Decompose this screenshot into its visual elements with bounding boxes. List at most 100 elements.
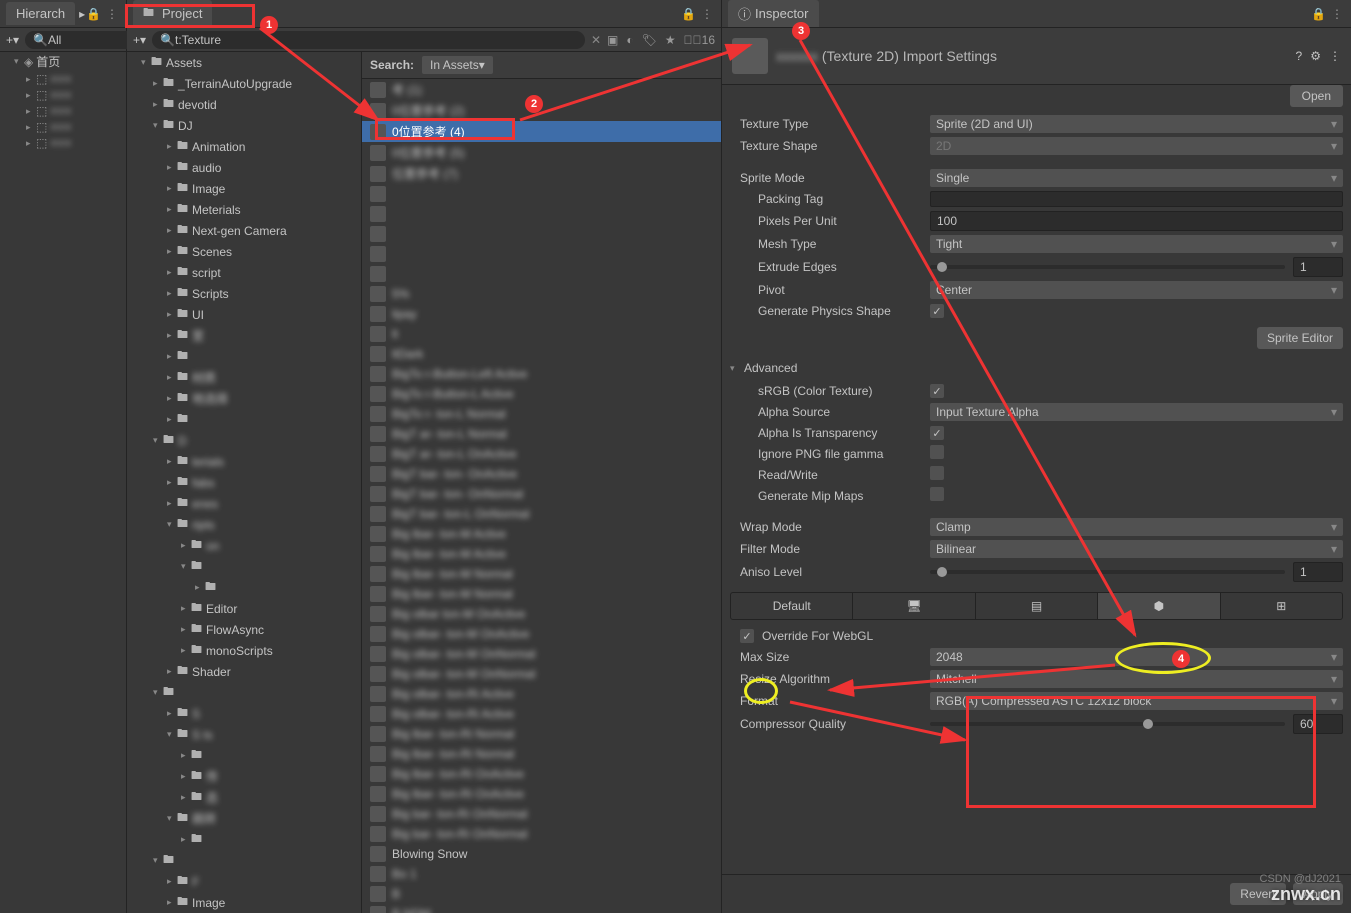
asset-item[interactable]: Big lbar- ton-Ri OnActive [362,784,721,804]
folder-item[interactable]: ▾🖿D [127,430,361,451]
folder-item[interactable]: ▸🖿 [127,346,361,367]
folder-item[interactable]: ▸🖿 [127,829,361,850]
platform-windows-tab[interactable]: ⊞ [1221,593,1342,619]
scene-root[interactable]: ▾◈首页 [0,52,126,71]
mesh-type-dropdown[interactable]: Tight [930,235,1343,253]
settings-icon[interactable]: ⚙ [1310,49,1321,63]
asset-item[interactable] [362,204,721,224]
asset-item[interactable]: Big olbar- ton-Ri Active [362,704,721,724]
folder-item[interactable]: ▸🖿传 [127,766,361,787]
folder-item[interactable]: ▸🖿Next-gen Camera [127,220,361,241]
asset-item[interactable]: Blowing Snow [362,844,721,864]
asset-item[interactable]: Big lbar- ton-M Normal [362,564,721,584]
menu-icon[interactable]: ⋮ [1329,49,1341,63]
lock-icon[interactable]: 🔒 [681,7,695,21]
hierarchy-item[interactable]: ▸⬚=== [0,103,126,119]
lock-icon[interactable]: 🔒 [1311,7,1325,21]
extrude-slider[interactable] [930,265,1285,269]
star-icon[interactable]: ★ [665,33,676,47]
folder-item[interactable]: ▾🖿DJ [127,115,361,136]
asset-item[interactable]: BigTo r-Button-L Active [362,384,721,404]
folder-item[interactable]: ▸🖿Shader [127,661,361,682]
menu-icon[interactable]: ⋮ [701,7,715,21]
folder-item[interactable]: ▸🖿Image [127,178,361,199]
asset-item[interactable] [362,244,721,264]
folder-item[interactable]: ▸🖿S [127,703,361,724]
filter-icon[interactable]: ▣ [607,33,618,47]
asset-item[interactable]: Big olbar- ton-M OnNormal [362,644,721,664]
folder-item[interactable]: ▾🖿跳转 [127,808,361,829]
wrap-dropdown[interactable]: Clamp [930,518,1343,536]
asset-item[interactable]: Big bar- ton-Ri OnNormal [362,804,721,824]
folder-item[interactable]: ▾🖿S ts [127,724,361,745]
help-icon[interactable]: ? [1296,49,1303,63]
asset-item[interactable]: BigT bar- ton-L OnNormal [362,504,721,524]
plus-icon[interactable]: +▾ [6,33,19,47]
advanced-section[interactable]: ▾Advanced [730,355,1343,381]
asset-item[interactable]: Big lbar- ton-M Active [362,524,721,544]
filter-dropdown[interactable]: Bilinear [930,540,1343,558]
folder-item[interactable]: ▾🖿 [127,556,361,577]
gen-phys-checkbox[interactable] [930,304,944,318]
asset-item[interactable]: ltDark [362,344,721,364]
label-icon[interactable]: 🏷 [642,33,657,47]
folder-item[interactable]: ▸🖿 [127,409,361,430]
project-tab[interactable]: 🖿Project [133,0,212,27]
mipmaps-checkbox[interactable] [930,487,944,501]
asset-item[interactable]: B NDM [362,904,721,913]
asset-item[interactable]: 0位置参考 (5) [362,142,721,163]
asset-item[interactable]: BigTo r- ton-L Normal [362,404,721,424]
asset-item[interactable]: Big lbar- ton-Ri Normal [362,744,721,764]
asset-item[interactable]: Bo 1 [362,864,721,884]
asset-item[interactable]: Big olbar- ton-Ri Active [362,684,721,704]
srgb-checkbox[interactable] [930,384,944,398]
readwrite-checkbox[interactable] [930,466,944,480]
folder-item[interactable]: ▸🖿Editor [127,598,361,619]
asset-item[interactable]: 位置参考 (7) [362,163,721,184]
asset-item[interactable]: 0位置参考 (4) [362,121,721,142]
quality-slider[interactable] [930,722,1285,726]
folder-item[interactable]: ▸🖿Image [127,892,361,913]
asset-item[interactable]: Big lbar- ton-Ri OnActive [362,764,721,784]
platform-webgl-tab[interactable]: ⬢ [1098,593,1220,619]
sprite-editor-button[interactable]: Sprite Editor [1257,327,1343,349]
quality-input[interactable]: 60 [1293,714,1343,734]
asset-item[interactable]: BigT ar- ton-L Normal [362,424,721,444]
folder-item[interactable]: ▸🖿on [127,535,361,556]
platform-default-tab[interactable]: Default [731,593,853,619]
asset-item[interactable] [362,184,721,204]
asset-item[interactable]: Big olbar- ton-M OnActive [362,624,721,644]
folder-item[interactable]: ▸🖿Scripts [127,283,361,304]
folder-item[interactable]: ▸🖿script [127,262,361,283]
search-scope-dropdown[interactable]: In Assets▾ [422,56,493,74]
pivot-dropdown[interactable]: Center [930,281,1343,299]
folder-item[interactable]: ▸🖿fabs [127,472,361,493]
folder-item[interactable]: ▾🖿 [127,682,361,703]
asset-item[interactable]: BigT bar- ton- OnActive [362,464,721,484]
hierarchy-item[interactable]: ▸⬚=== [0,71,126,87]
extrude-input[interactable]: 1 [1293,257,1343,277]
folder-item[interactable]: ▸🖿FlowAsync [127,619,361,640]
folder-item[interactable]: ▸🖿 [127,577,361,598]
folder-item[interactable]: ▸🖿材质 [127,367,361,388]
ignore-png-checkbox[interactable] [930,445,944,459]
asset-item[interactable]: Big lbar- ton-M Normal [362,584,721,604]
asset-item[interactable]: B [362,884,721,904]
open-button[interactable]: Open [1290,85,1343,107]
asset-item[interactable]: BigT ar- ton-L OnActive [362,444,721,464]
asset-item[interactable]: Big olbar ton-M OnActive [362,604,721,624]
asset-item[interactable]: lt [362,324,721,344]
hierarchy-tab[interactable]: Hierarch [6,2,75,25]
type-icon[interactable]: ◐ [626,33,633,47]
plus-icon[interactable]: +▾ [133,33,146,47]
resize-dropdown[interactable]: Mitchell [930,670,1343,688]
folder-item[interactable]: ▸🖿Scenes [127,241,361,262]
maxsize-dropdown[interactable]: 2048 [930,648,1343,666]
folder-item[interactable]: ▸🖿enes [127,493,361,514]
folder-item[interactable]: ▾🖿Assets [127,52,361,73]
folder-item[interactable]: ▸🖿Meterials [127,199,361,220]
folder-item[interactable]: ▸🖿audio [127,157,361,178]
alpha-src-dropdown[interactable]: Input Texture Alpha [930,403,1343,421]
folder-item[interactable]: ▸🖿monoScripts [127,640,361,661]
folder-item[interactable]: ▸🖿室 [127,325,361,346]
